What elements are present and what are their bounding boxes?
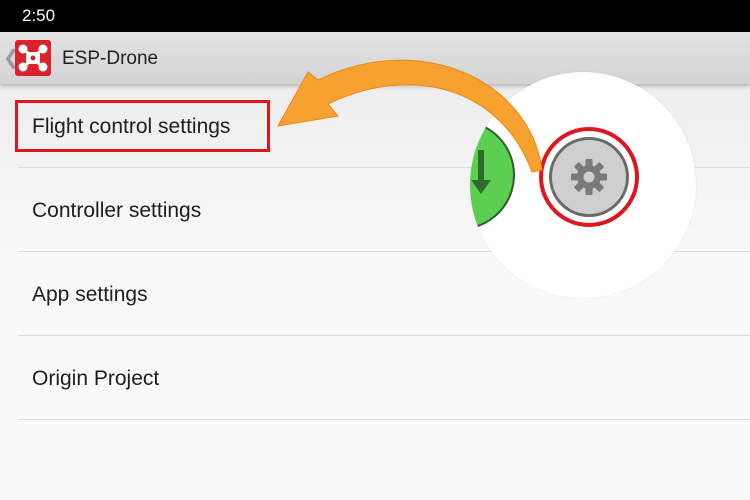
- settings-button[interactable]: [549, 137, 629, 217]
- menu-item-label: Controller settings: [32, 199, 202, 222]
- menu-item-label: App settings: [32, 283, 148, 306]
- divider: [18, 419, 750, 420]
- gear-icon: [571, 159, 607, 195]
- gear-highlight-ring: [539, 127, 639, 227]
- drone-icon[interactable]: [15, 40, 51, 76]
- menu-item-origin-project[interactable]: Origin Project: [0, 336, 750, 420]
- download-button[interactable]: [470, 120, 515, 230]
- download-arrow-icon: [471, 150, 491, 194]
- zoom-callout: [470, 72, 696, 298]
- action-bar: ❮ ESP-Drone: [0, 32, 750, 84]
- menu-item-label: Origin Project: [32, 367, 160, 390]
- status-time: 2:50: [22, 6, 56, 25]
- highlight-box: [15, 100, 270, 152]
- status-bar: 2:50: [0, 0, 750, 32]
- app-title: ESP-Drone: [62, 48, 159, 69]
